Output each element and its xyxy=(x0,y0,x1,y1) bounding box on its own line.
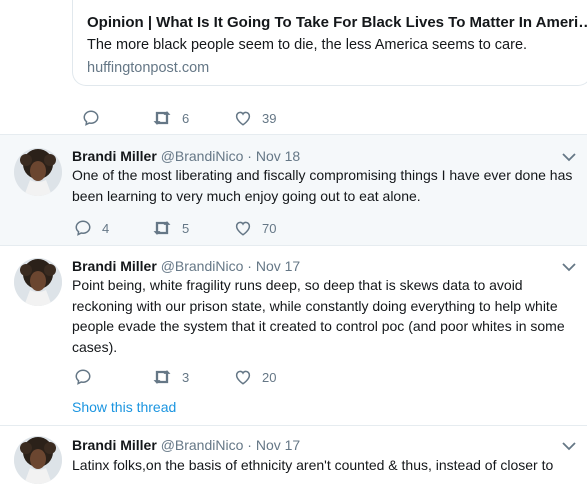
chevron-down-icon[interactable] xyxy=(562,262,576,272)
tweet-header: Brandi Miller @BrandiNico · Nov 18 xyxy=(72,148,300,164)
heart-icon xyxy=(235,111,251,126)
retweet-button[interactable]: 5 xyxy=(152,218,189,238)
like-count: 70 xyxy=(262,220,277,236)
card-title[interactable]: Opinion | What Is It Going To Take For B… xyxy=(87,14,587,31)
show-thread-link[interactable]: Show this thread xyxy=(72,399,176,415)
retweet-count: 5 xyxy=(182,220,190,236)
card-domain: huffingtonpost.com xyxy=(87,60,210,76)
author-name[interactable]: Brandi Miller xyxy=(72,148,157,164)
tweet-text: One of the most liberating and fiscally … xyxy=(72,167,573,204)
reply-count: 4 xyxy=(102,220,110,236)
retweet-button[interactable]: 3 xyxy=(152,367,189,387)
tweet-date[interactable]: Nov 17 xyxy=(256,258,300,274)
tweet-date[interactable]: Nov 18 xyxy=(256,148,300,164)
heart-icon xyxy=(235,370,251,385)
tweet-text: Latinx folks,on the basis of ethnicity a… xyxy=(72,457,554,473)
author-handle[interactable]: @BrandiNico xyxy=(161,148,244,164)
reply-icon xyxy=(83,110,99,126)
reply-button[interactable] xyxy=(74,367,102,387)
retweet-count: 3 xyxy=(182,369,190,385)
author-handle[interactable]: @BrandiNico xyxy=(161,437,244,453)
reply-button[interactable]: 4 xyxy=(74,218,109,238)
avatar[interactable] xyxy=(14,258,62,306)
chevron-down-icon[interactable] xyxy=(562,441,576,451)
like-button[interactable]: 20 xyxy=(234,367,276,387)
tweet-date[interactable]: Nov 17 xyxy=(256,437,300,453)
reply-button[interactable] xyxy=(82,108,100,128)
author-name[interactable]: Brandi Miller xyxy=(72,258,157,274)
like-count: 20 xyxy=(262,369,277,385)
avatar[interactable] xyxy=(14,148,62,196)
heart-icon xyxy=(235,221,251,236)
separator-dot: · xyxy=(247,437,252,453)
separator-dot: · xyxy=(247,148,252,164)
reply-icon xyxy=(75,220,91,236)
tweet-header: Brandi Miller @BrandiNico · Nov 17 xyxy=(72,437,300,453)
retweet-icon xyxy=(153,111,171,125)
tweet-header: Brandi Miller @BrandiNico · Nov 17 xyxy=(72,258,300,274)
tweet-text: Point being, white fragility runs deep, … xyxy=(72,277,565,355)
retweet-button[interactable]: 6 xyxy=(152,108,189,128)
reply-icon xyxy=(75,369,91,385)
like-button[interactable]: 39 xyxy=(234,108,276,128)
like-button[interactable]: 70 xyxy=(234,218,276,238)
card-description: The more black people seem to die, the l… xyxy=(87,37,528,53)
retweet-icon xyxy=(153,221,171,235)
separator-dot: · xyxy=(247,258,252,274)
like-count: 39 xyxy=(262,110,277,126)
author-handle[interactable]: @BrandiNico xyxy=(161,258,244,274)
author-name[interactable]: Brandi Miller xyxy=(72,437,157,453)
retweet-count: 6 xyxy=(182,110,190,126)
chevron-down-icon[interactable] xyxy=(562,152,576,162)
retweet-icon xyxy=(153,370,171,384)
avatar[interactable] xyxy=(14,436,62,484)
